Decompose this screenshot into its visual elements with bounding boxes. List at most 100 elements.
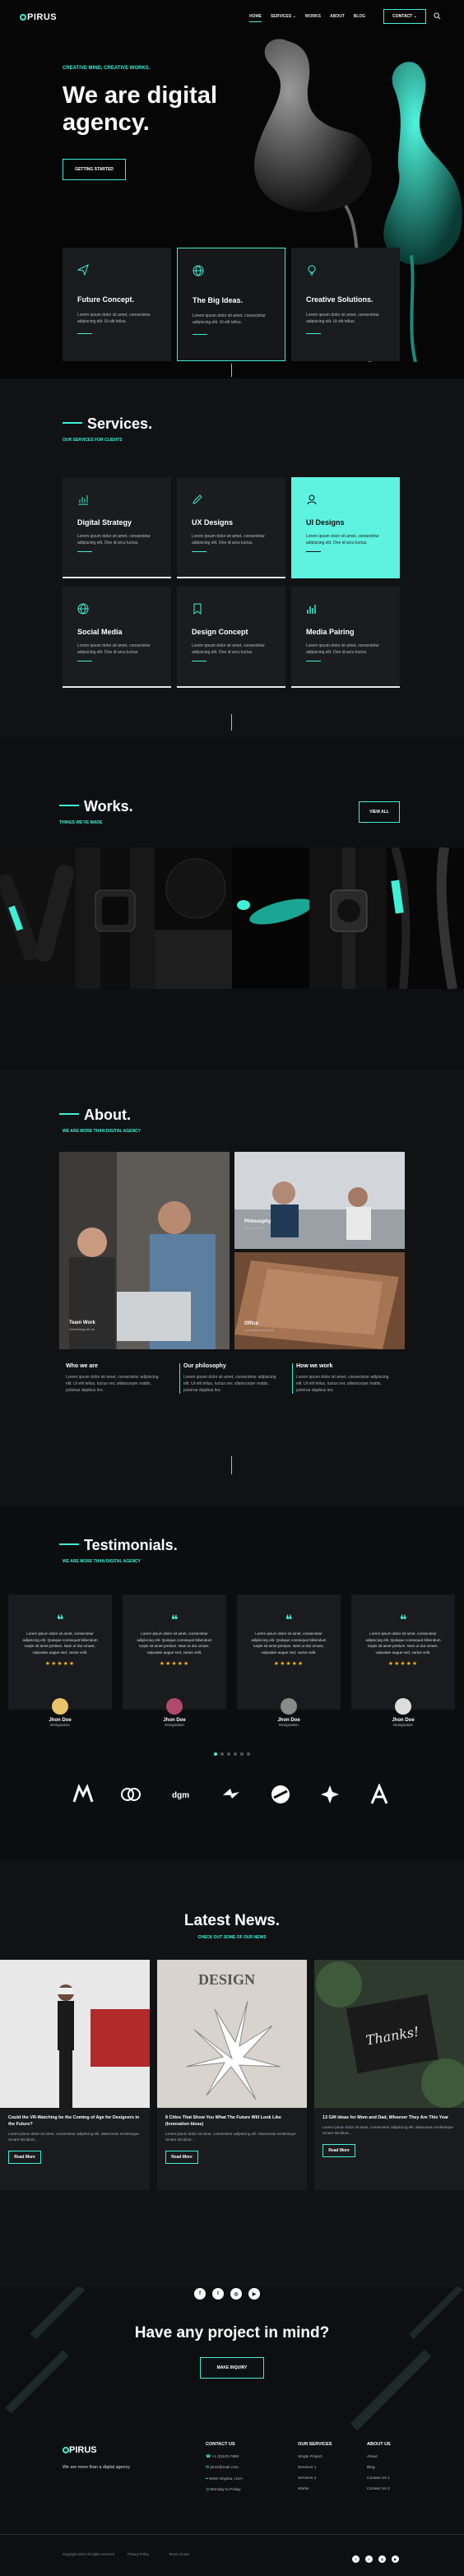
chart-icon bbox=[78, 495, 88, 505]
nav-works[interactable]: WORKS bbox=[305, 14, 321, 22]
column-text: Lorem ipsum dolor sit amet, consectetur … bbox=[296, 1375, 389, 1393]
read-more-button[interactable]: Read More bbox=[8, 2151, 41, 2164]
testimonials-title: Testimonials. bbox=[59, 1537, 178, 1554]
service-text: Lorem ipsum dolor sit amet, consectetur … bbox=[192, 534, 265, 545]
facebook-icon[interactable]: f bbox=[194, 2288, 206, 2300]
work-item[interactable] bbox=[232, 847, 309, 989]
cta-title: Have any project in mind? bbox=[134, 2324, 330, 2342]
privacy-link[interactable]: Privacy Policy bbox=[128, 2552, 149, 2556]
nav-home[interactable]: HOME bbox=[249, 14, 262, 22]
service-card-media-pairing[interactable]: Media Pairing Lorem ipsum dolor sit amet… bbox=[291, 587, 400, 688]
avatar bbox=[395, 1698, 411, 1715]
testimonial-card: ❝ Lorem ipsum dolor sit amet, consectetur… bbox=[8, 1594, 112, 1710]
footer-phone[interactable]: +1 (0)123-7890 bbox=[211, 2455, 239, 2459]
service-card-design-concept[interactable]: Design Concept Lorem ipsum dolor sit ame… bbox=[177, 587, 285, 688]
news-headline[interactable]: 13 Gift Ideas for Mom and Dad, Whoever T… bbox=[322, 2114, 456, 2121]
footer-link[interactable]: Contact Us 2 bbox=[367, 2487, 391, 2491]
footer-link[interactable]: Single Project bbox=[298, 2455, 332, 2459]
facebook-icon[interactable]: f bbox=[352, 2555, 360, 2563]
hero-title: We are digital agency. bbox=[63, 82, 218, 136]
about-how-we-work: How we work Lorem ipsum dolor sit amet, … bbox=[292, 1363, 391, 1394]
hero-subtitle: CREATIVE MIND, CREATIVE WORKS. bbox=[63, 66, 151, 71]
footer-address: West Virginia, USA bbox=[209, 2477, 243, 2481]
site-logo[interactable]: PIRUS bbox=[20, 12, 57, 22]
feature-card-future-concept: Future Concept. Lorem ipsum dolor sit am… bbox=[63, 248, 171, 361]
make-inquiry-button[interactable]: MAKE INQUIRY bbox=[200, 2357, 264, 2379]
news-subtitle: CHECK OUT SOME OF OUR NEWS bbox=[197, 1935, 267, 1940]
about-card-philosophy[interactable]: Philosophy Our ways of... bbox=[234, 1152, 405, 1249]
twitter-icon[interactable]: t bbox=[212, 2288, 224, 2300]
about-our-philosophy: Our philosophy Lorem ipsum dolor sit ame… bbox=[179, 1363, 278, 1394]
about-who-we-are: Who we are Lorem ipsum dolor sit amet, c… bbox=[66, 1363, 165, 1394]
carousel-dots[interactable] bbox=[214, 1752, 250, 1756]
terms-link[interactable]: Terms of Use bbox=[169, 2552, 189, 2556]
footer-link[interactable]: Works bbox=[298, 2487, 332, 2491]
service-card-ui-designs[interactable]: UI Designs Lorem ipsum dolor sit amet, c… bbox=[291, 477, 400, 578]
avatar bbox=[52, 1698, 68, 1715]
footer-link[interactable]: Services 1 bbox=[298, 2466, 332, 2470]
news-headline[interactable]: 8 Cities That Show You What The Future W… bbox=[165, 2114, 299, 2128]
phone-icon: ☎ bbox=[206, 2455, 211, 2459]
read-more-button[interactable]: Read More bbox=[165, 2151, 198, 2164]
news-excerpt: Lorem ipsum dolor sit amet, consectetur … bbox=[322, 2125, 453, 2135]
service-card-social-media[interactable]: Social Media Lorem ipsum dolor sit amet,… bbox=[63, 587, 171, 688]
testimonial-author: Jhon Doe Designation bbox=[256, 1698, 322, 1728]
testimonial-text: Lorem ipsum dolor sit amet, consectetur … bbox=[137, 1631, 212, 1655]
news-card[interactable]: Could the VR-Watching be the Coming of A… bbox=[0, 1960, 150, 2190]
services-subtitle: OUR SERVICES FOR CLIENTS bbox=[63, 438, 123, 443]
news-headline[interactable]: Could the VR-Watching be the Coming of A… bbox=[8, 2114, 142, 2128]
copyright: Copyright 2021 All rights reserved bbox=[63, 2552, 114, 2556]
youtube-icon[interactable]: ▶ bbox=[392, 2555, 399, 2563]
bookmark-icon bbox=[193, 603, 202, 615]
instagram-icon[interactable]: ◎ bbox=[230, 2288, 242, 2300]
bar-chart-icon bbox=[307, 605, 316, 614]
column-title: Our philosophy bbox=[183, 1363, 226, 1369]
search-icon[interactable] bbox=[434, 12, 441, 20]
service-card-ux-designs[interactable]: UX Designs Lorem ipsum dolor sit amet, c… bbox=[177, 477, 285, 578]
testimonials-subtitle: WE ARE MORE THAN DIGITAL AGENCY bbox=[63, 1559, 141, 1564]
service-text: Lorem ipsum dolor sit amet, consectetur … bbox=[77, 643, 151, 655]
logo-mark-icon bbox=[63, 2447, 69, 2453]
footer-link[interactable]: Blog bbox=[367, 2466, 391, 2470]
card-subtitle: Our ways of... bbox=[244, 1226, 265, 1230]
logo-mark-icon bbox=[20, 14, 26, 21]
nav-blog[interactable]: BLOG bbox=[354, 14, 365, 22]
globe-icon bbox=[77, 603, 89, 615]
footer-email[interactable]: pirus@mail.com bbox=[210, 2466, 238, 2470]
getting-started-button[interactable]: GETTING STARTED bbox=[63, 159, 126, 180]
card-subtitle: Something we do bbox=[69, 1327, 95, 1331]
twitter-icon[interactable]: t bbox=[365, 2555, 373, 2563]
footer-link[interactable]: Contact Us 1 bbox=[367, 2476, 391, 2481]
work-item[interactable] bbox=[76, 847, 155, 989]
footer-contact: CONTACT US ☎ +1 (0)123-7890 ✉ pirus@mail… bbox=[206, 2442, 243, 2499]
column-text: Lorem ipsum dolor sit amet, consectetur … bbox=[183, 1375, 276, 1393]
work-item[interactable] bbox=[387, 847, 464, 989]
instagram-icon[interactable]: ◎ bbox=[378, 2555, 386, 2563]
youtube-icon[interactable]: ▶ bbox=[248, 2288, 260, 2300]
footer-link[interactable]: About bbox=[367, 2455, 391, 2459]
contact-button[interactable]: CONTACT ⌄ bbox=[383, 9, 426, 24]
brand-slash-logo-icon bbox=[271, 1785, 290, 1803]
work-item[interactable] bbox=[309, 847, 387, 989]
column-title: How we work bbox=[296, 1363, 333, 1369]
clock-icon: ◷ bbox=[206, 2488, 210, 2492]
about-card-office[interactable]: Office Sometimes we work bbox=[234, 1252, 405, 1349]
work-item[interactable] bbox=[0, 847, 76, 989]
view-all-button[interactable]: VIEW ALL bbox=[359, 801, 400, 823]
avatar bbox=[166, 1698, 183, 1715]
work-item[interactable] bbox=[155, 847, 232, 989]
news-card[interactable]: Thanks! 13 Gift Ideas for Mom and Dad, W… bbox=[314, 1960, 464, 2190]
news-title: Latest News. bbox=[183, 1912, 281, 1929]
footer-logo[interactable]: PIRUS bbox=[63, 2445, 97, 2455]
rating-stars: ★★★★★ bbox=[273, 1661, 304, 1667]
about-subtitle: WE ARE MORE THAN DIGITAL AGENCY bbox=[63, 1129, 141, 1134]
nav-about[interactable]: ABOUT bbox=[330, 14, 345, 22]
nav-services[interactable]: SERVICES ⌄ bbox=[271, 14, 296, 22]
service-card-digital-strategy[interactable]: Digital Strategy Lorem ipsum dolor sit a… bbox=[63, 477, 171, 578]
news-excerpt: Lorem ipsum dolor sit amet, consectetur … bbox=[165, 2132, 296, 2142]
news-card[interactable]: DESIGN 8 Cities That Show You What The F… bbox=[157, 1960, 307, 2190]
service-title: Media Pairing bbox=[306, 628, 355, 636]
about-card-team-work[interactable]: Team Work Something we do bbox=[59, 1152, 230, 1349]
footer-link[interactable]: Services 2 bbox=[298, 2476, 332, 2481]
read-more-button[interactable]: Read More bbox=[322, 2144, 355, 2157]
